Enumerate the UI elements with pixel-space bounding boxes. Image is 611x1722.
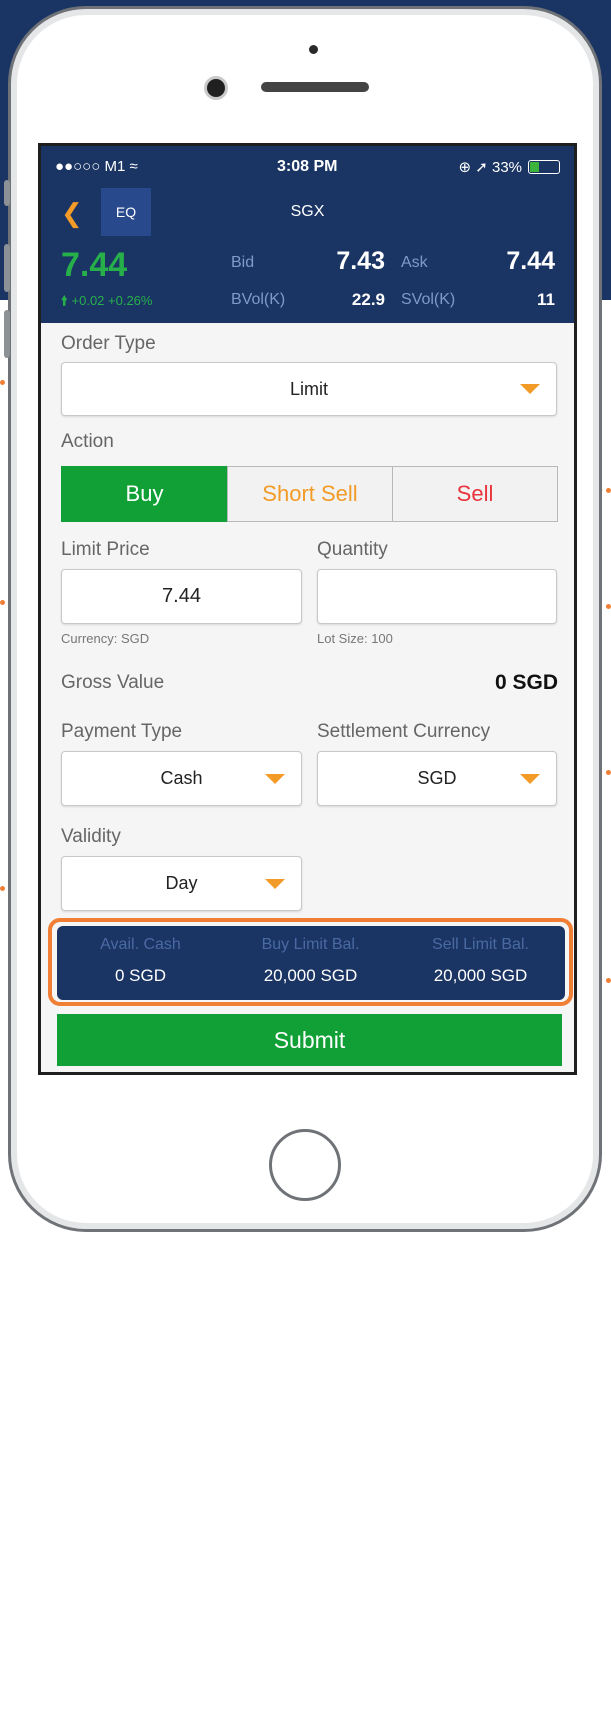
short-sell-button[interactable]: Short Sell	[227, 466, 393, 522]
validity-value: Day	[165, 873, 198, 893]
action-label: Action	[61, 431, 114, 452]
buy-button[interactable]: Buy	[61, 466, 228, 522]
mute-switch[interactable]	[4, 180, 10, 206]
chevron-down-icon	[520, 773, 540, 784]
payment-type-value: Cash	[160, 768, 203, 788]
proximity-sensor	[309, 45, 318, 54]
validity-dropdown[interactable]: Day	[61, 856, 302, 911]
order-form: Action Buy Short Sell Sell	[41, 146, 574, 722]
payment-type-dropdown[interactable]: Cash	[61, 751, 302, 806]
settlement-currency-label: Settlement Currency	[317, 721, 491, 742]
settlement-currency-dropdown[interactable]: SGD	[317, 751, 557, 806]
screen-bottom-mask	[41, 1070, 574, 1072]
validity-label: Validity	[61, 826, 121, 847]
earpiece-speaker	[261, 82, 369, 92]
volume-up-button[interactable]	[4, 244, 10, 292]
settlement-currency-value: SGD	[417, 768, 457, 788]
chevron-down-icon	[265, 878, 285, 889]
sell-button[interactable]: Sell	[392, 466, 558, 522]
volume-down-button[interactable]	[4, 310, 10, 358]
submit-bar-bg	[41, 1008, 574, 1722]
chevron-down-icon	[265, 773, 285, 784]
balance-highlight	[48, 918, 573, 1006]
front-camera	[207, 79, 225, 97]
payment-type-label: Payment Type	[61, 721, 183, 742]
submit-button[interactable]: Submit	[57, 1014, 562, 1066]
